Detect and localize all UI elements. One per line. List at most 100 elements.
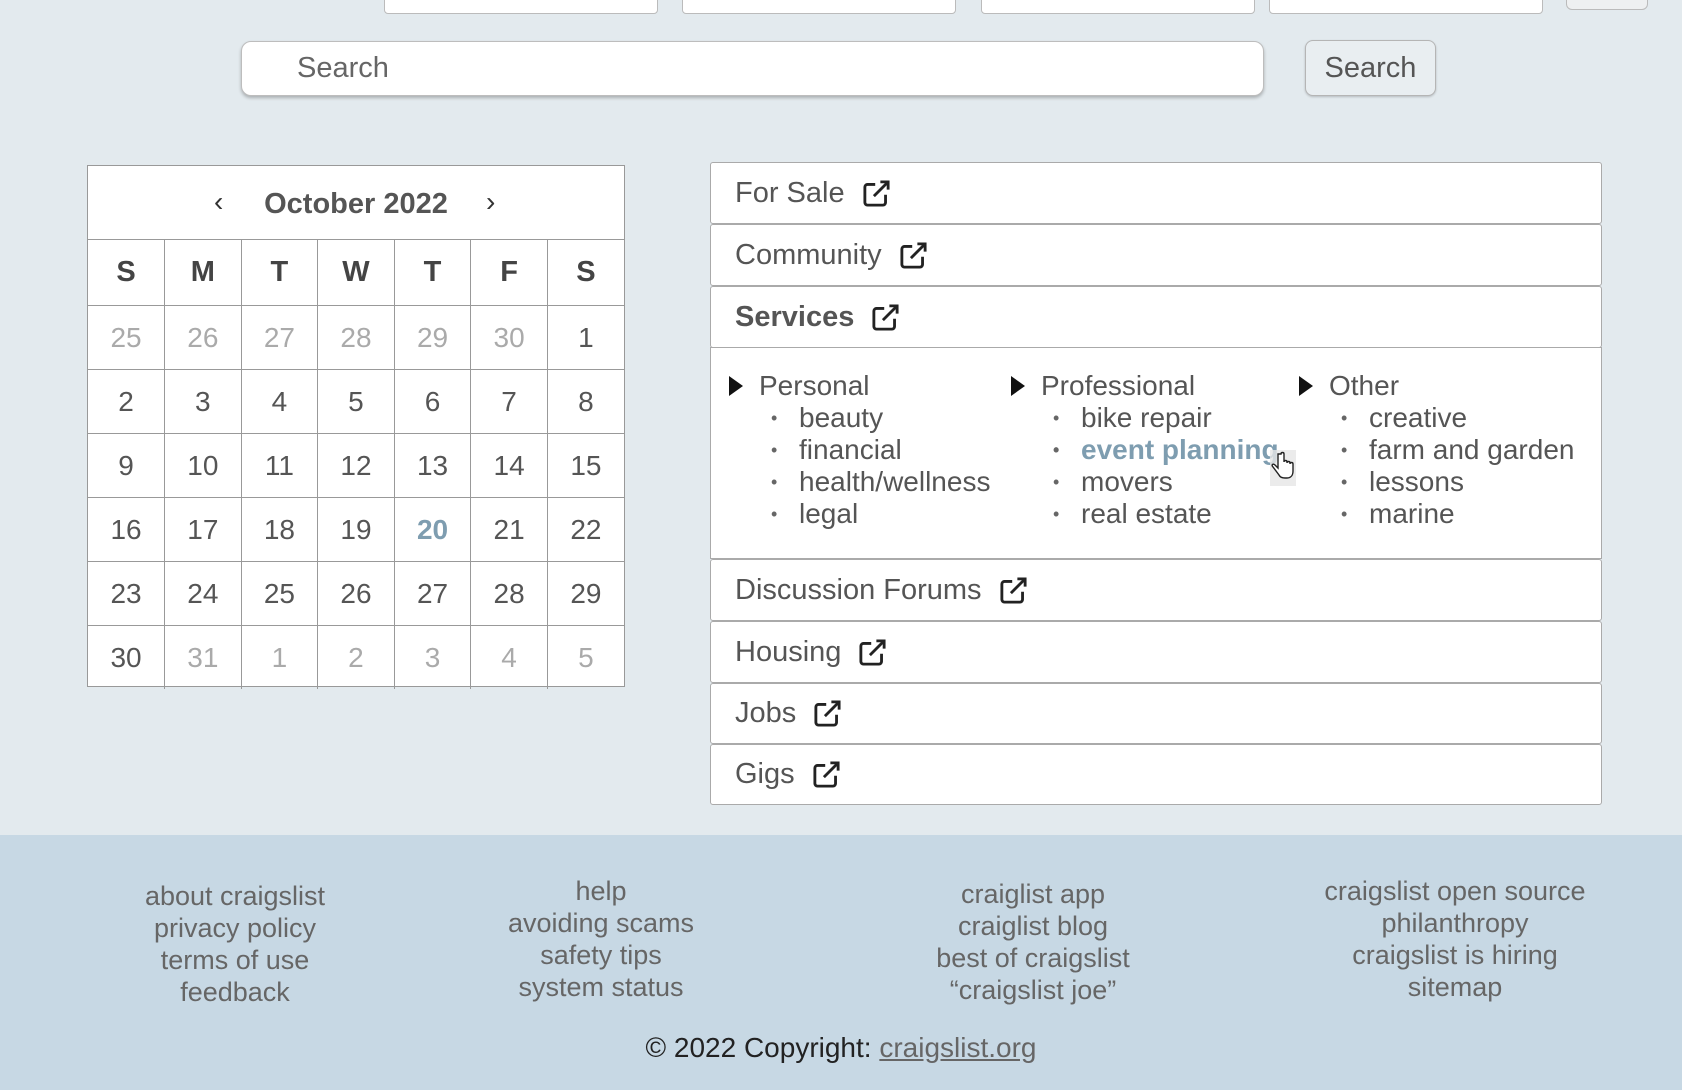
calendar-day[interactable]: 24 xyxy=(164,561,242,626)
top-button[interactable] xyxy=(1566,0,1648,10)
footer-link[interactable]: craiglist blog xyxy=(898,910,1168,942)
calendar-day[interactable]: 16 xyxy=(88,497,166,562)
footer-link[interactable]: craigslist open source xyxy=(1300,875,1610,907)
category-for-sale[interactable]: For Sale xyxy=(710,162,1602,224)
calendar-day[interactable]: 26 xyxy=(164,305,242,370)
calendar-day[interactable]: 5 xyxy=(547,626,624,690)
category-gigs[interactable]: Gigs xyxy=(710,744,1602,805)
footer-link[interactable]: avoiding scams xyxy=(466,907,736,939)
subcategory-link[interactable]: event planning xyxy=(1053,434,1279,466)
subcategory-toggle[interactable]: Other xyxy=(1299,370,1574,402)
category-services[interactable]: Services xyxy=(710,286,1602,348)
external-link-icon[interactable] xyxy=(811,759,842,790)
calendar-day[interactable]: 26 xyxy=(317,561,395,626)
calendar-day[interactable]: 27 xyxy=(241,305,319,370)
copyright-link[interactable]: craigslist.org xyxy=(879,1032,1036,1063)
calendar-day-today[interactable]: 20 xyxy=(394,497,472,562)
footer-link[interactable]: privacy policy xyxy=(100,912,370,944)
external-link-icon[interactable] xyxy=(857,637,888,668)
external-link-icon[interactable] xyxy=(998,575,1029,606)
calendar-day[interactable]: 2 xyxy=(88,369,166,434)
category-community[interactable]: Community xyxy=(710,224,1602,286)
calendar-day[interactable]: 4 xyxy=(470,625,548,689)
calendar-day[interactable]: 4 xyxy=(241,369,319,434)
subcategory-link[interactable]: beauty xyxy=(771,402,990,434)
subcategory-link[interactable]: legal xyxy=(771,498,990,530)
subcategory-link[interactable]: health/wellness xyxy=(771,466,990,498)
category-jobs[interactable]: Jobs xyxy=(710,683,1602,744)
category-housing[interactable]: Housing xyxy=(710,621,1602,683)
next-month-button[interactable]: › xyxy=(486,186,495,218)
calendar-day[interactable]: 14 xyxy=(470,433,548,498)
footer-link[interactable]: craiglist app xyxy=(898,878,1168,910)
calendar-day[interactable]: 13 xyxy=(394,433,472,498)
footer-link[interactable]: sitemap xyxy=(1300,971,1610,1003)
footer-link[interactable]: about craigslist xyxy=(100,880,370,912)
calendar-day[interactable]: 23 xyxy=(88,561,166,626)
subcategory-link[interactable]: marine xyxy=(1341,498,1574,530)
calendar-day[interactable]: 30 xyxy=(88,625,166,689)
calendar-day[interactable]: 6 xyxy=(394,369,472,434)
calendar-day[interactable]: 28 xyxy=(470,561,548,626)
category-discussion-forums[interactable]: Discussion Forums xyxy=(710,559,1602,621)
calendar-day[interactable]: 7 xyxy=(470,369,548,434)
calendar-day[interactable]: 29 xyxy=(394,305,472,370)
calendar-day[interactable]: 28 xyxy=(317,305,395,370)
calendar-day[interactable]: 1 xyxy=(547,305,624,370)
footer-link[interactable]: feedback xyxy=(100,976,370,1008)
calendar-day[interactable]: 31 xyxy=(164,625,242,689)
external-link-icon[interactable] xyxy=(870,302,901,333)
search-button[interactable]: Search xyxy=(1305,40,1436,96)
category-label: Services xyxy=(735,300,855,333)
footer-link[interactable]: best of craigslist xyxy=(898,942,1168,974)
calendar-day[interactable]: 25 xyxy=(88,305,166,370)
calendar-month-title: October 2022 xyxy=(264,188,448,220)
subcategory-link[interactable]: creative xyxy=(1341,402,1574,434)
footer-link[interactable]: craigslist is hiring xyxy=(1300,939,1610,971)
external-link-icon[interactable] xyxy=(861,178,892,209)
weekday-header: T xyxy=(241,240,319,306)
search-input[interactable] xyxy=(242,42,1263,95)
footer-link[interactable]: help xyxy=(466,875,736,907)
calendar-day[interactable]: 1 xyxy=(241,625,319,689)
calendar-day[interactable]: 29 xyxy=(547,561,624,626)
footer-link[interactable]: “craigslist joe” xyxy=(898,974,1168,1006)
subcategory-link[interactable]: movers xyxy=(1053,466,1279,498)
footer-column-1: about craigslist privacy policy terms of u… xyxy=(100,880,370,1008)
calendar-day[interactable]: 18 xyxy=(241,497,319,562)
calendar-day[interactable]: 8 xyxy=(547,369,624,434)
calendar-day[interactable]: 3 xyxy=(394,625,472,689)
footer-link[interactable]: terms of use xyxy=(100,944,370,976)
top-filter-field-1[interactable] xyxy=(384,0,658,14)
calendar-day[interactable]: 2 xyxy=(317,625,395,689)
calendar-day[interactable]: 10 xyxy=(164,433,242,498)
calendar-day[interactable]: 25 xyxy=(241,561,319,626)
top-filter-field-4[interactable] xyxy=(1269,0,1543,14)
calendar-day[interactable]: 11 xyxy=(241,433,319,498)
subcategory-link[interactable]: lessons xyxy=(1341,466,1574,498)
external-link-icon[interactable] xyxy=(898,240,929,271)
calendar-day[interactable]: 12 xyxy=(317,433,395,498)
calendar-day[interactable]: 22 xyxy=(547,497,624,562)
subcategory-link[interactable]: financial xyxy=(771,434,990,466)
footer-link[interactable]: system status xyxy=(466,971,736,1003)
calendar-day[interactable]: 9 xyxy=(88,433,166,498)
top-filter-field-3[interactable] xyxy=(981,0,1255,14)
subcategory-link[interactable]: real estate xyxy=(1053,498,1279,530)
subcategory-link[interactable]: bike repair xyxy=(1053,402,1279,434)
footer-link[interactable]: philanthropy xyxy=(1300,907,1610,939)
calendar-day[interactable]: 21 xyxy=(470,497,548,562)
footer-link[interactable]: safety tips xyxy=(466,939,736,971)
calendar-day[interactable]: 27 xyxy=(394,561,472,626)
external-link-icon[interactable] xyxy=(812,698,843,729)
subcategory-toggle[interactable]: Personal xyxy=(729,370,990,402)
subcategory-link[interactable]: farm and garden xyxy=(1341,434,1574,466)
calendar-day[interactable]: 15 xyxy=(547,433,624,498)
calendar-day[interactable]: 5 xyxy=(317,369,395,434)
calendar-day[interactable]: 19 xyxy=(317,497,395,562)
top-filter-field-2[interactable] xyxy=(682,0,956,14)
subcategory-toggle[interactable]: Professional xyxy=(1011,370,1279,402)
calendar-day[interactable]: 17 xyxy=(164,497,242,562)
calendar-day[interactable]: 3 xyxy=(164,369,242,434)
calendar-day[interactable]: 30 xyxy=(470,305,548,370)
